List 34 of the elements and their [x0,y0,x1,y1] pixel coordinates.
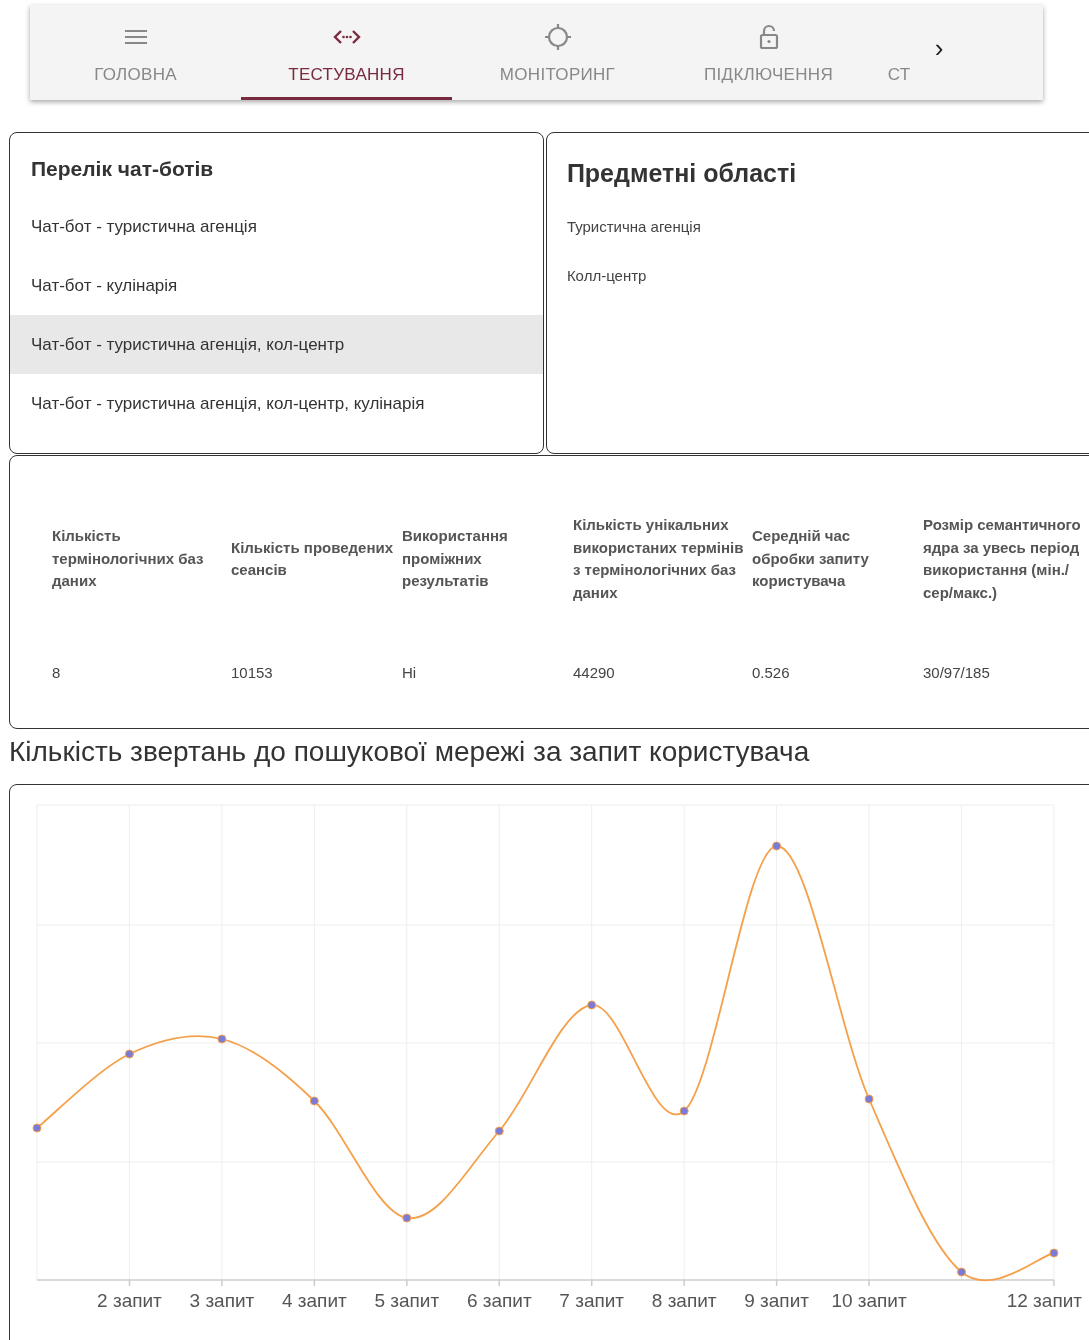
axis-label: 6 запит [466,1290,532,1311]
table-cell-text: 44290 [573,663,616,681]
column-header: Використання проміжних результатів [402,526,509,592]
domain-item: Колл-центр [566,267,648,284]
column-header: Кількість унікальних використаних термінів з термінологічних баз даних [573,515,745,603]
column-header: Розмір семантичного ядра за увесь період використання (мін./сер/макс.) [923,515,1082,603]
chart-title: Кількість звертань до пошукової мережі за запит користувача [9,736,811,769]
table-cell-text: 10153 [231,663,274,681]
chatbot-item[interactable]: Чат-бот - туристична агенція [10,197,543,256]
axis-label: 10 запит [831,1290,907,1311]
table-cell-text: Ні [402,663,418,681]
axis-label: 7 запит [559,1290,625,1311]
column-header: Кількість проведених сеансів [231,537,395,580]
table-cell-text: 8 [52,663,62,681]
chatbot-item[interactable]: Чат-бот - туристична агенція, кол-центр [10,315,543,374]
column-header: Кількість термінологічних баз даних [52,526,205,592]
axis-label: 5 запит [374,1290,440,1311]
axis-label: 12 запит [1006,1290,1082,1311]
table-cell-text: 0.526 [752,663,791,681]
domain-item: Туристична агенція [566,218,702,235]
next-button[interactable]: › [924,33,954,100]
nav-tab[interactable]: ТЕСТУВАННЯ [241,5,452,100]
table-cell-text: 30/97/185 [923,663,991,681]
axis-label: 8 запит [651,1290,717,1311]
axis-label: 2 запит [97,1290,162,1311]
chatbot-item[interactable]: Чат-бот - туристична агенція, кол-центр, кулінарія [10,374,543,433]
axis-label: 3 запит [189,1290,255,1311]
axis-label: 4 запит [282,1290,347,1311]
crosshair-icon [543,23,572,51]
card-title: Предметні області [566,159,798,188]
chatbot-item[interactable]: Чат-бот - кулінарія [10,256,543,315]
card-title: Перелік чат-ботів [30,157,215,181]
column-header: Середній час обробки запиту користувача [752,526,870,592]
axis-label: 9 запит [744,1290,809,1311]
